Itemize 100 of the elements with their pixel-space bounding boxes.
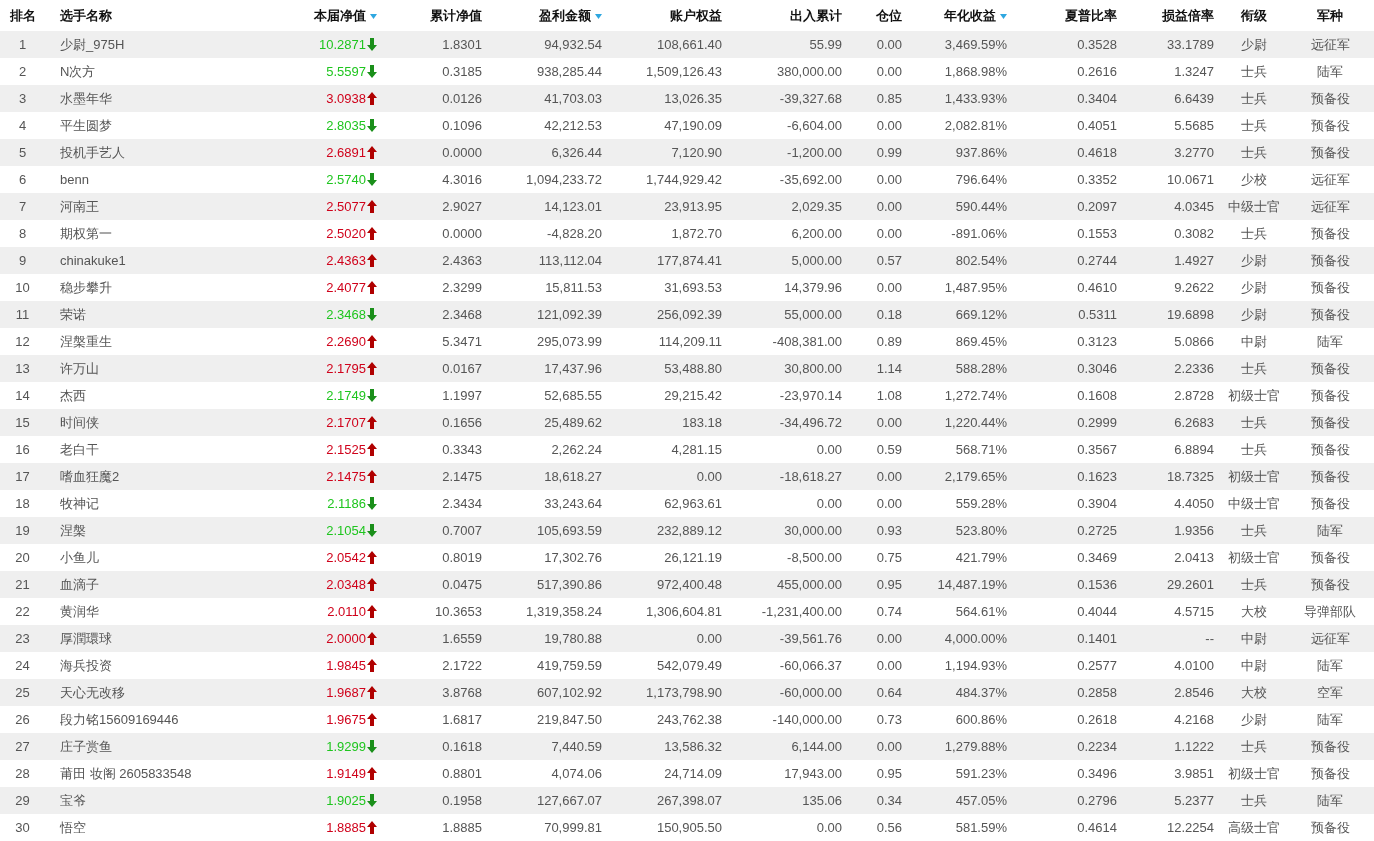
branch: 远征军 — [1310, 630, 1350, 646]
current-nav: 2.0348 — [326, 577, 366, 592]
rank: 5 — [18, 145, 27, 160]
branch: 导弹部队 — [1304, 603, 1356, 619]
military-rank: 士兵 — [1241, 117, 1267, 133]
net-transfer: 135.06 — [802, 793, 842, 808]
profit-loss-ratio: 33.1789 — [1167, 37, 1214, 52]
sharpe-ratio: 0.3123 — [1077, 334, 1117, 349]
branch: 陆军 — [1317, 522, 1343, 538]
branch: 陆军 — [1317, 63, 1343, 79]
sharpe-ratio: 0.4618 — [1077, 145, 1117, 160]
sharpe-ratio: 0.2616 — [1077, 64, 1117, 79]
rank: 23 — [15, 631, 30, 646]
account-equity: 29,215.42 — [664, 388, 722, 403]
column-header[interactable]: 盈利金额 — [539, 7, 591, 23]
sort-down-icon[interactable] — [595, 13, 602, 19]
military-rank: 士兵 — [1241, 522, 1267, 538]
military-rank: 中级士官 — [1228, 495, 1280, 511]
branch: 预备役 — [1310, 225, 1350, 241]
sharpe-ratio: 0.1623 — [1077, 469, 1117, 484]
net-transfer: 14,379.96 — [784, 280, 842, 295]
rank: 11 — [15, 307, 30, 322]
player-name: 庄子赏鱼 — [60, 738, 112, 754]
current-nav: 2.5020 — [326, 226, 366, 241]
profit-amount: 42,212.53 — [544, 118, 602, 133]
player-name: 涅槃重生 — [60, 333, 112, 349]
profit-amount: 94,932.54 — [544, 37, 602, 52]
position: 0.00 — [876, 172, 902, 187]
cumulative-nav: 1.6817 — [442, 712, 482, 727]
position: 0.00 — [876, 64, 902, 79]
account-equity: 31,693.53 — [664, 280, 722, 295]
player-name: 水墨年华 — [60, 90, 112, 106]
profit-loss-ratio: 4.4050 — [1174, 496, 1214, 511]
rank: 22 — [15, 604, 30, 619]
position: 0.89 — [876, 334, 902, 349]
rank: 16 — [15, 442, 30, 457]
account-equity: 243,762.38 — [656, 712, 722, 727]
rank: 17 — [15, 469, 30, 484]
current-nav: 2.1525 — [326, 442, 366, 457]
position: 0.59 — [876, 442, 902, 457]
position: 1.14 — [876, 361, 902, 376]
column-header[interactable]: 本届净值 — [314, 7, 366, 23]
annual-return: 421.79% — [955, 550, 1007, 565]
net-transfer: -23,970.14 — [779, 388, 842, 403]
net-transfer: 5,000.00 — [791, 253, 842, 268]
profit-amount: -4,828.20 — [547, 226, 602, 241]
rank: 19 — [15, 523, 30, 538]
sharpe-ratio: 0.3496 — [1077, 766, 1117, 781]
position: 0.00 — [876, 631, 902, 646]
branch: 预备役 — [1310, 495, 1350, 511]
cumulative-nav: 0.8801 — [442, 766, 482, 781]
net-transfer: 455,000.00 — [776, 577, 842, 592]
annual-return: 2,082.81% — [944, 118, 1007, 133]
profit-loss-ratio: 5.5685 — [1174, 118, 1214, 133]
account-equity: 1,509,126.43 — [646, 64, 722, 79]
current-nav: 2.0110 — [327, 604, 366, 619]
position: 0.00 — [876, 199, 902, 214]
cumulative-nav: 0.0000 — [442, 226, 482, 241]
account-equity: 26,121.19 — [664, 550, 722, 565]
annual-return: 581.59% — [955, 820, 1007, 835]
profit-amount: 15,811.53 — [545, 280, 602, 295]
sharpe-ratio: 0.4614 — [1077, 820, 1117, 835]
profit-loss-ratio: 1.4927 — [1174, 253, 1214, 268]
cumulative-nav: 3.8768 — [442, 685, 482, 700]
cumulative-nav: 0.7007 — [442, 523, 482, 538]
current-nav: 1.9687 — [326, 685, 366, 700]
profit-amount: 607,102.92 — [536, 685, 602, 700]
profit-amount: 7,440.59 — [551, 739, 602, 754]
branch: 陆军 — [1317, 792, 1343, 808]
annual-return: 564.61% — [955, 604, 1007, 619]
sharpe-ratio: 0.3528 — [1077, 37, 1117, 52]
annual-return: 14,487.19% — [937, 577, 1007, 592]
account-equity: 1,306,604.81 — [646, 604, 722, 619]
current-nav: 2.4077 — [326, 280, 366, 295]
annual-return: 937.86% — [955, 145, 1007, 160]
account-equity: 53,488.80 — [664, 361, 722, 376]
sort-down-icon[interactable] — [1000, 13, 1007, 19]
military-rank: 少尉 — [1241, 306, 1267, 322]
player-name: N次方 — [60, 63, 96, 79]
cumulative-nav: 1.1997 — [442, 388, 482, 403]
column-header: 累计净值 — [430, 7, 482, 23]
position: 0.34 — [876, 793, 902, 808]
account-equity: 1,872.70 — [671, 226, 722, 241]
military-rank: 初级士官 — [1228, 765, 1280, 781]
player-name: 荣诺 — [60, 306, 86, 322]
current-nav: 2.1795 — [326, 361, 366, 376]
profit-loss-ratio: 6.2683 — [1174, 415, 1214, 430]
player-name: 莆田 妆阁 2605833548 — [60, 765, 192, 781]
profit-loss-ratio: 6.8894 — [1174, 442, 1214, 457]
profit-amount: 17,302.76 — [544, 550, 602, 565]
player-name: 悟空 — [60, 819, 86, 835]
rank: 8 — [18, 226, 27, 241]
account-equity: 1,744,929.42 — [646, 172, 722, 187]
profit-amount: 70,999.81 — [544, 820, 602, 835]
column-header[interactable]: 年化收益 — [944, 7, 996, 23]
sort-down-icon[interactable] — [370, 13, 377, 19]
cumulative-nav: 1.8885 — [442, 820, 482, 835]
annual-return: 796.64% — [955, 172, 1007, 187]
profit-amount: 517,390.86 — [536, 577, 602, 592]
branch: 预备役 — [1310, 738, 1350, 754]
